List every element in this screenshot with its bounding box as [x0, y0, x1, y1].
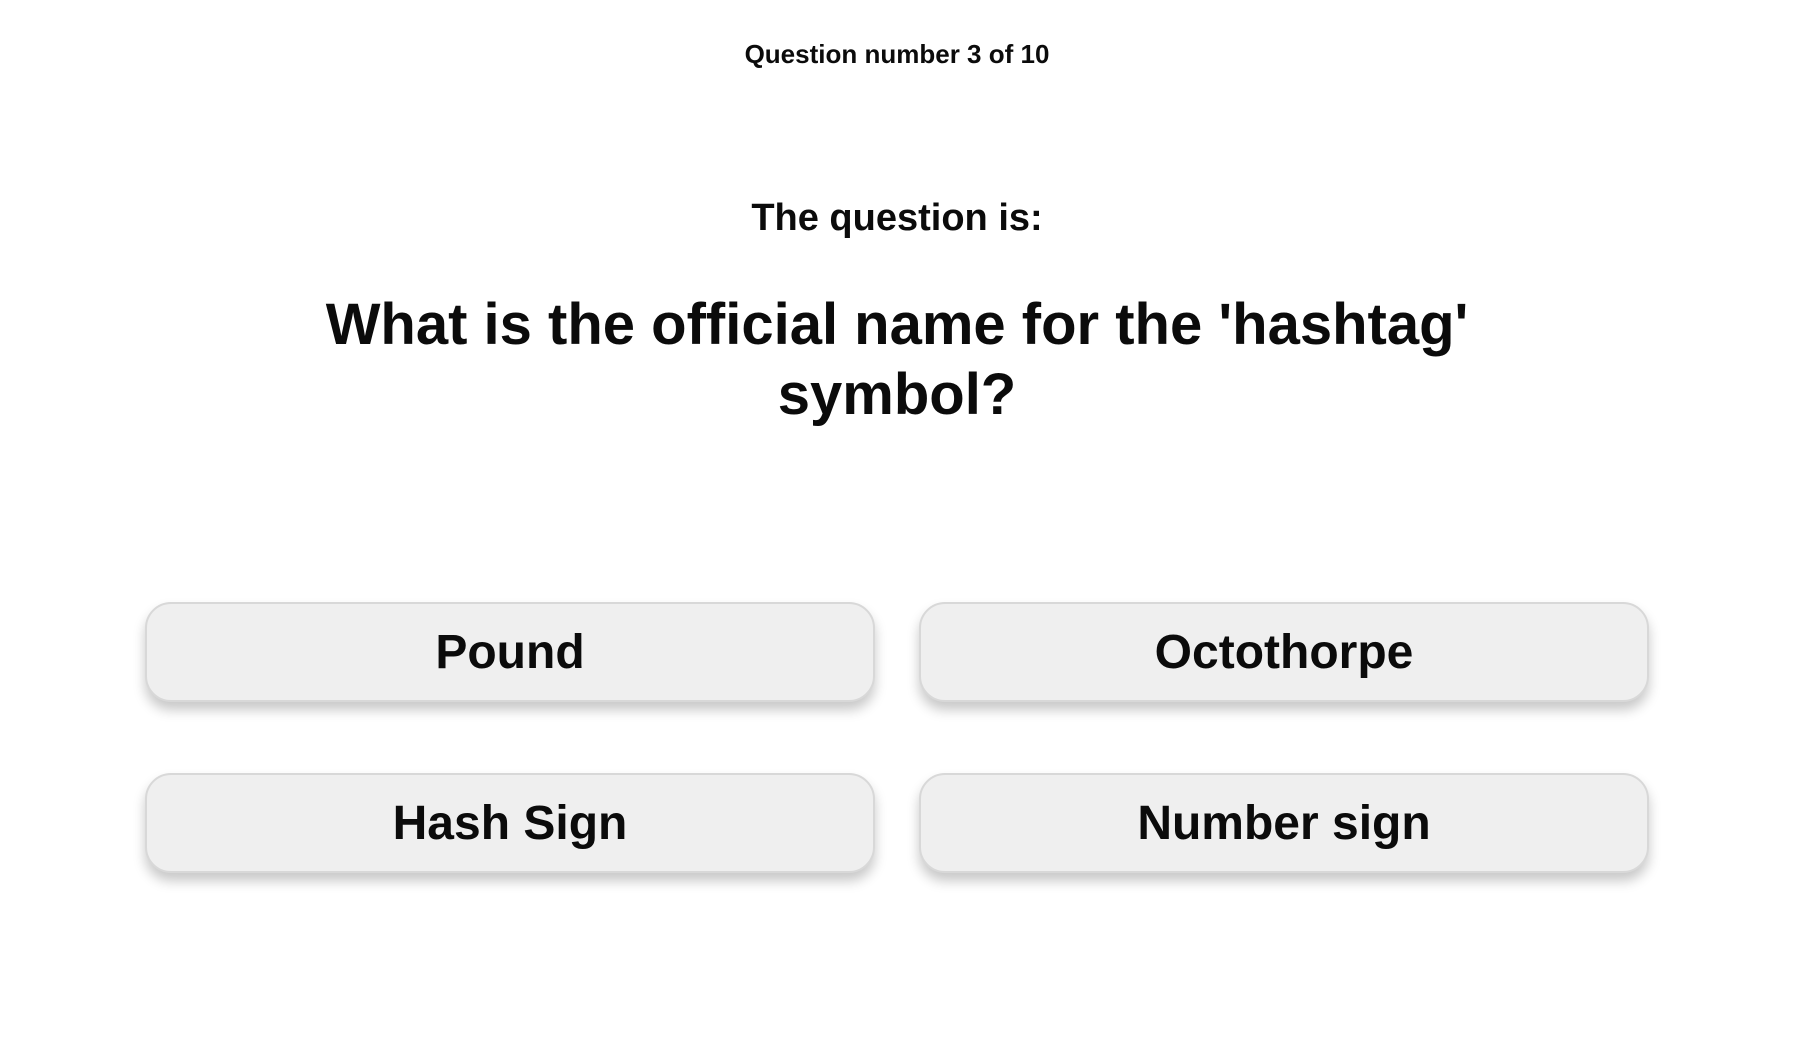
question-progress: Question number 3 of 10 [744, 39, 1050, 69]
answer-button-hash-sign[interactable]: Hash Sign [145, 773, 875, 873]
question-text: What is the official name for the 'hasht… [325, 292, 1469, 427]
answer-button-pound[interactable]: Pound [145, 602, 875, 702]
answer-button-octothorpe[interactable]: Octothorpe [919, 602, 1649, 702]
answer-button-number-sign[interactable]: Number sign [919, 773, 1649, 873]
question-prompt-label: The question is: [751, 197, 1043, 239]
answer-options: Pound Octothorpe Hash Sign Number sign [145, 602, 1649, 873]
